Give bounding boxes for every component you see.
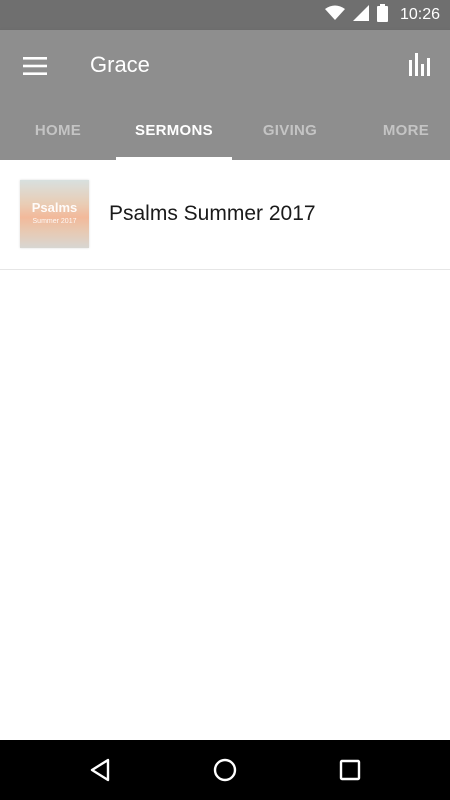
- sermon-series-title: Psalms Summer 2017: [109, 202, 316, 225]
- tab-sermons[interactable]: SERMONS: [116, 100, 232, 160]
- tab-bar: HOME SERMONS GIVING MORE: [0, 100, 450, 160]
- tab-giving[interactable]: GIVING: [232, 100, 348, 160]
- wifi-icon: [324, 5, 345, 26]
- recents-icon[interactable]: [330, 750, 370, 790]
- sermon-list: Psalms Summer 2017 Psalms Summer 2017: [0, 160, 450, 270]
- tab-home[interactable]: HOME: [0, 100, 116, 160]
- tab-more[interactable]: MORE: [348, 100, 450, 160]
- system-nav-bar: [0, 740, 450, 800]
- back-icon[interactable]: [80, 750, 120, 790]
- status-bar: 10:26: [0, 0, 450, 30]
- battery-icon: [376, 3, 388, 27]
- thumbnail-subtitle: Summer 2017: [32, 218, 77, 225]
- app-title: Grace: [90, 52, 150, 77]
- bar-chart-icon[interactable]: [404, 48, 436, 80]
- sermon-thumbnail: Psalms Summer 2017: [20, 180, 89, 248]
- thumbnail-title: Psalms: [31, 200, 78, 215]
- hamburger-menu-icon[interactable]: [17, 50, 53, 82]
- home-icon[interactable]: [205, 750, 245, 790]
- status-time: 10:26: [399, 6, 440, 23]
- signal-icon: [352, 4, 369, 26]
- sermon-series-item[interactable]: Psalms Summer 2017 Psalms Summer 2017: [0, 160, 450, 270]
- status-icons: 10:26: [324, 0, 440, 30]
- app-bar: Grace HOME SERMONS GIVING MORE: [0, 30, 450, 160]
